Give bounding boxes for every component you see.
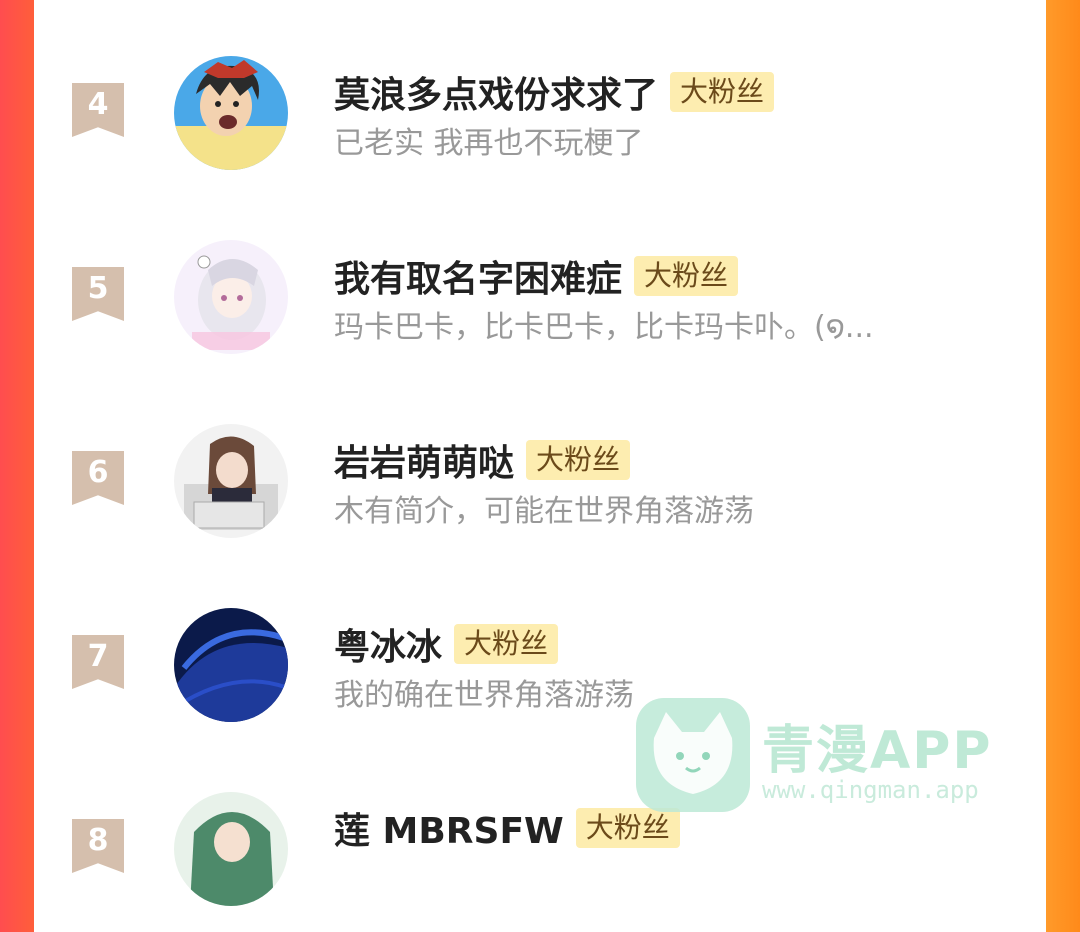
user-avatar[interactable]	[174, 608, 288, 722]
user-avatar[interactable]	[174, 792, 288, 906]
watermark-url: www.qingman.app	[762, 776, 979, 804]
rank-ribbon: 7	[72, 635, 124, 689]
watermark: 青漫APP www.qingman.app	[636, 698, 1016, 818]
blue-abstract-avatar-icon	[174, 608, 288, 722]
fan-bio: 已老实 我再也不玩梗了	[334, 126, 644, 161]
rank-ribbon: 6	[72, 451, 124, 505]
fan-name-line: 粤冰冰 大粉丝	[334, 618, 559, 670]
rank-ribbon: 5	[72, 267, 124, 321]
fan-bio: 木有简介，可能在世界角落游荡	[334, 494, 754, 529]
fan-list-item[interactable]: 6 岩岩萌萌哒 大粉丝 木有简介，可能在世界角落游荡	[34, 424, 1046, 564]
fan-name-line: 岩岩萌萌哒 大粉丝	[334, 434, 631, 486]
doll-photo-avatar-icon	[174, 424, 288, 538]
fan-badge: 大粉丝	[670, 72, 775, 112]
fan-list-item[interactable]: 5 我有取名字困难症 大粉丝 玛卡巴卡，比卡巴卡，比卡玛卡卟。(໑...	[34, 240, 1046, 380]
fan-badge: 大粉丝	[454, 624, 559, 664]
rank-ribbon: 8	[72, 819, 124, 873]
fan-badge: 大粉丝	[526, 440, 631, 480]
green-hair-avatar-icon	[174, 792, 288, 906]
user-avatar[interactable]	[174, 424, 288, 538]
fan-name-line: 莫浪多点戏份求求了 大粉丝	[334, 66, 775, 118]
fan-name[interactable]: 粤冰冰	[334, 618, 442, 670]
fan-name[interactable]: 岩岩萌萌哒	[334, 434, 514, 486]
fan-name-line: 莲 MBRSFW 大粉丝	[334, 802, 680, 854]
fan-bio: 玛卡巴卡，比卡巴卡，比卡玛卡卟。(໑...	[334, 310, 874, 345]
user-avatar[interactable]	[174, 56, 288, 170]
fan-bio: 我的确在世界角落游荡	[334, 678, 634, 713]
fan-name[interactable]: 莲 MBRSFW	[334, 802, 564, 854]
fan-list-item[interactable]: 4 莫浪多点戏份求求了 大粉丝 已老实 我再也不玩梗了	[34, 56, 1046, 196]
watermark-title: 青漫APP	[762, 721, 993, 781]
anime-girl-avatar-icon	[174, 240, 288, 354]
fan-badge: 大粉丝	[634, 256, 739, 296]
fan-name[interactable]: 我有取名字困难症	[334, 250, 622, 302]
cartoon-boy-avatar-icon	[174, 56, 288, 170]
cat-logo-icon	[636, 698, 750, 812]
rank-ribbon: 4	[72, 83, 124, 137]
user-avatar[interactable]	[174, 240, 288, 354]
fan-name-line: 我有取名字困难症 大粉丝	[334, 250, 739, 302]
fan-name[interactable]: 莫浪多点戏份求求了	[334, 66, 658, 118]
